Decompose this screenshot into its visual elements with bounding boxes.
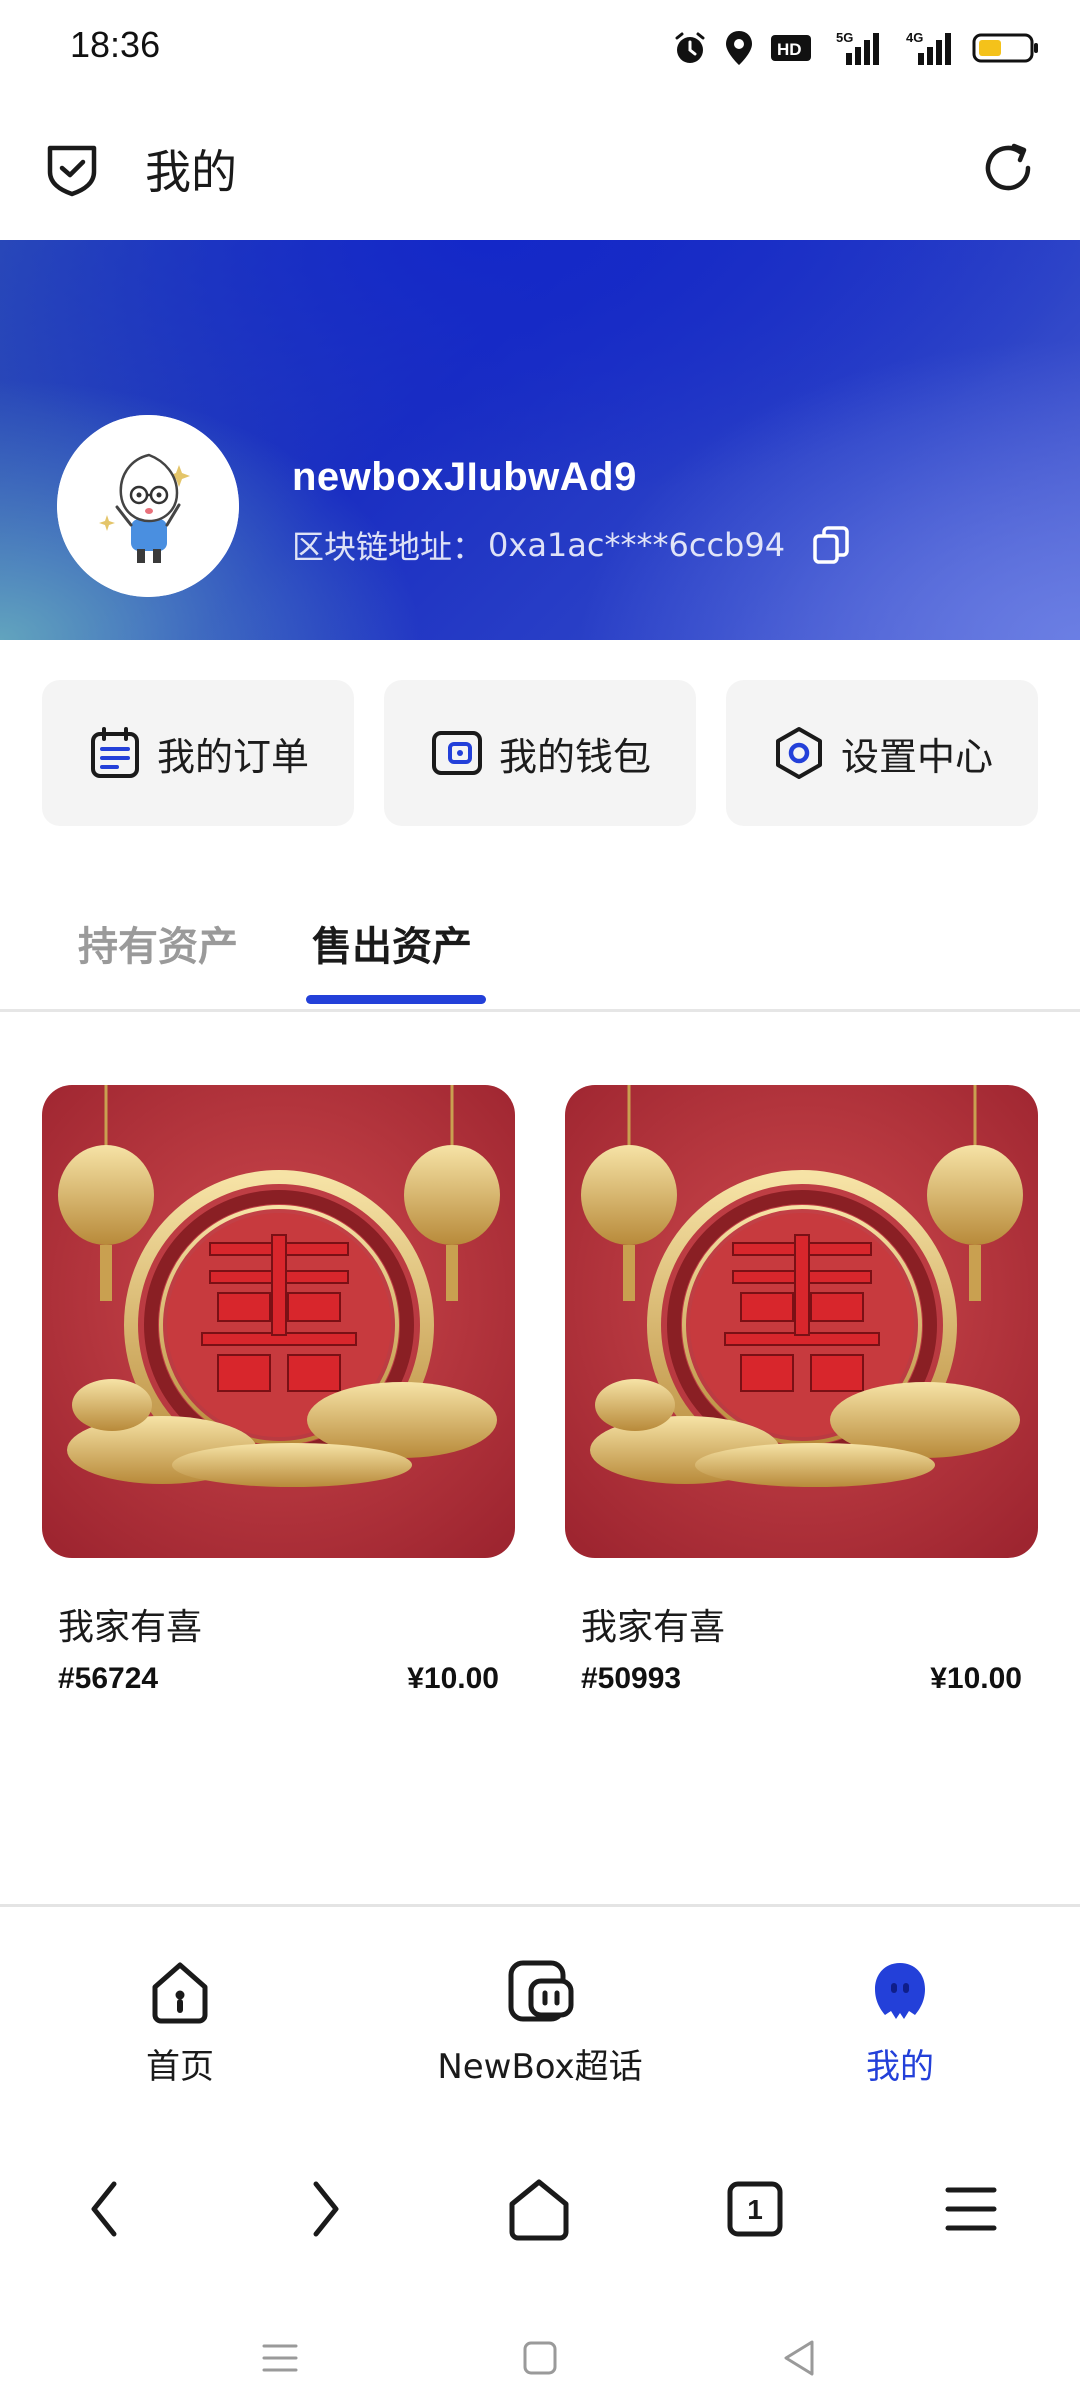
calendar-order-icon <box>90 727 139 778</box>
chat-bubble-icon <box>508 1960 574 2022</box>
avatar-cartoon-icon <box>57 415 239 597</box>
svg-text:5G: 5G <box>836 30 853 45</box>
battery-icon <box>972 33 1038 63</box>
bottom-tab-bar: 首页 NewBox超话 我的 <box>0 1904 1080 2104</box>
copy-icon[interactable] <box>811 525 851 565</box>
page-title: 我的 <box>145 145 237 199</box>
my-wallet-label: 我的钱包 <box>498 734 651 779</box>
system-nav-bar <box>0 2304 1080 2408</box>
username: newboxJIubwAd9 <box>292 455 637 499</box>
home-icon <box>152 1962 208 2024</box>
blockchain-address: 区块链地址： 0xa1ac****6ccb94 <box>292 522 851 568</box>
my-wallet-button[interactable]: 我的钱包 <box>384 680 696 826</box>
product-image-double-happiness[interactable] <box>565 1085 1038 1558</box>
status-bar: 18:36 HD 5G 4G <box>0 0 1080 96</box>
product-image-double-happiness[interactable] <box>42 1085 515 1558</box>
product-id: #56724 <box>58 1662 159 1695</box>
product-price: ¥10.00 <box>407 1662 499 1695</box>
location-icon <box>726 31 752 65</box>
status-icons: HD 5G 4G <box>672 22 1040 74</box>
product-meta: #50993 ¥10.00 <box>565 1662 1038 1696</box>
recents-icon[interactable] <box>258 2336 302 2380</box>
svg-text:4G: 4G <box>906 30 923 45</box>
back-icon[interactable] <box>72 2174 142 2244</box>
product-card[interactable]: 我家有喜 #50993 ¥10.00 <box>565 1085 1038 1696</box>
nav-mine-label: 我的 <box>866 2047 934 2087</box>
tab-holding-assets[interactable]: 持有资产 <box>78 914 238 972</box>
product-name: 我家有喜 <box>58 1607 203 1648</box>
product-name: 我家有喜 <box>581 1607 726 1648</box>
profile-banner: newboxJIubwAd9 区块链地址： 0xa1ac****6ccb94 <box>0 240 1080 640</box>
svg-text:HD: HD <box>777 40 802 59</box>
my-orders-button[interactable]: 我的订单 <box>42 680 354 826</box>
nav-mine[interactable]: 我的 <box>840 1957 960 2088</box>
avatar[interactable] <box>57 415 239 597</box>
system-home-icon[interactable] <box>518 2336 562 2380</box>
tab-active-indicator <box>306 995 486 1004</box>
product-id: #50993 <box>581 1662 682 1695</box>
system-back-icon[interactable] <box>778 2336 822 2380</box>
nav-newbox-topic[interactable]: NewBox超话 <box>420 1957 660 2088</box>
asset-tabs: 持有资产 售出资产 <box>0 880 1080 1012</box>
5g-signal-icon: 5G <box>836 30 879 65</box>
4g-signal-icon: 4G <box>906 30 951 65</box>
tabs-icon[interactable]: 1 <box>720 2174 790 2244</box>
quick-actions: 我的订单 我的钱包 设置中心 <box>42 680 1038 826</box>
refresh-icon[interactable] <box>978 138 1038 198</box>
browser-toolbar: 1 <box>0 2104 1080 2304</box>
product-meta: #56724 ¥10.00 <box>42 1662 515 1696</box>
status-time: 18:36 <box>70 24 161 65</box>
settings-hexagon-icon <box>775 727 822 779</box>
wallet-icon <box>431 731 482 775</box>
forward-icon[interactable] <box>288 2174 358 2244</box>
shield-check-icon[interactable] <box>42 138 102 198</box>
browser-home-icon[interactable] <box>504 2174 574 2244</box>
my-orders-label: 我的订单 <box>156 734 309 779</box>
product-card[interactable]: 我家有喜 #56724 ¥10.00 <box>42 1085 515 1696</box>
address-value: 0xa1ac****6ccb94 <box>488 526 786 564</box>
settings-center-label: 设置中心 <box>840 734 993 779</box>
product-price: ¥10.00 <box>930 1662 1022 1695</box>
settings-center-button[interactable]: 设置中心 <box>726 680 1038 826</box>
product-grid: 我家有喜 #56724 ¥10.00 我家有喜 #50993 ¥10.00 <box>42 1085 1038 1696</box>
svg-text:1: 1 <box>747 2194 763 2225</box>
alarm-icon <box>675 32 705 63</box>
address-label: 区块链地址： <box>292 528 485 566</box>
profile-ghost-icon <box>875 1963 925 2019</box>
nav-home-label: 首页 <box>146 2047 214 2087</box>
nav-newbox-label: NewBox超话 <box>437 2047 643 2087</box>
tab-sold-assets[interactable]: 售出资产 <box>312 914 472 972</box>
nav-home[interactable]: 首页 <box>120 1957 240 2088</box>
menu-icon[interactable] <box>936 2174 1006 2244</box>
app-header: 我的 <box>0 96 1080 240</box>
hd-icon: HD <box>771 35 811 61</box>
